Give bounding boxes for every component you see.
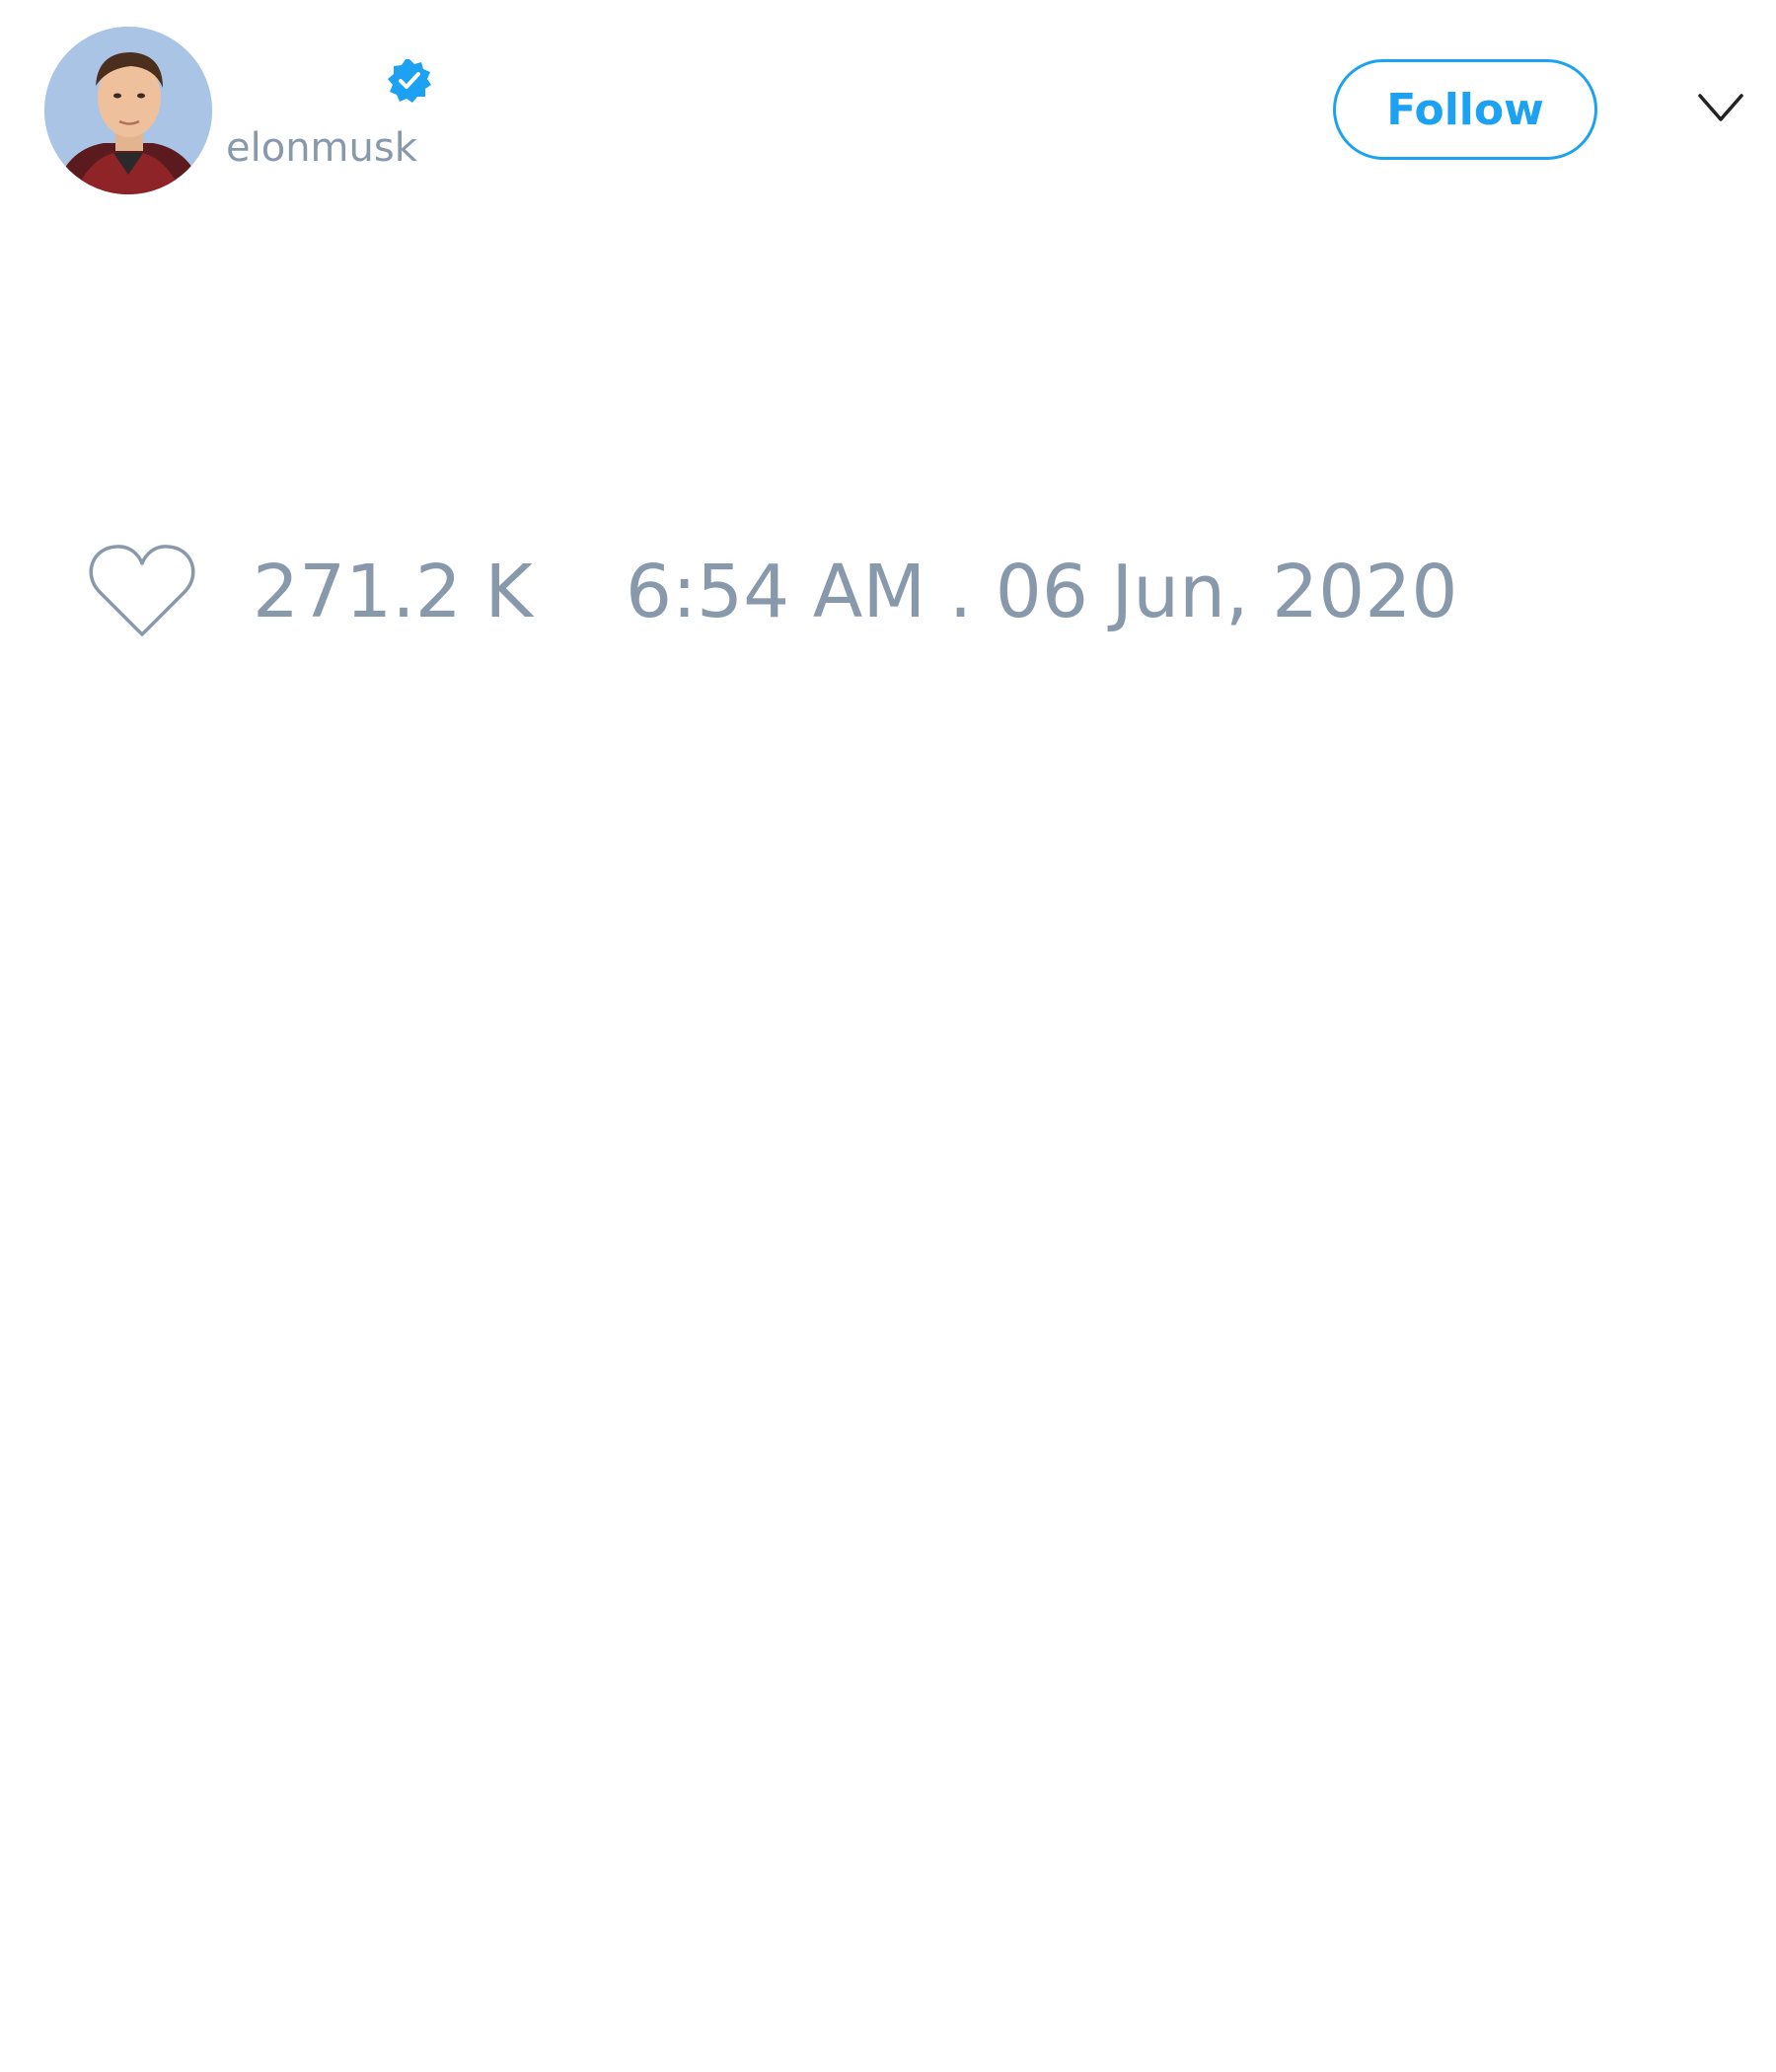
avatar[interactable] bbox=[44, 27, 212, 194]
profile-photo bbox=[44, 27, 212, 194]
follow-button[interactable]: Follow bbox=[1333, 59, 1597, 160]
tweet-timestamp[interactable]: 6:54 AM . 06 Jun, 2020 bbox=[626, 548, 1457, 636]
heart-outline-icon[interactable] bbox=[89, 542, 195, 638]
like-count: 271.2 K bbox=[253, 550, 533, 634]
username[interactable]: elonmusk bbox=[226, 123, 417, 173]
chevron-down-icon[interactable] bbox=[1697, 90, 1744, 129]
verified-badge-icon bbox=[388, 59, 431, 103]
